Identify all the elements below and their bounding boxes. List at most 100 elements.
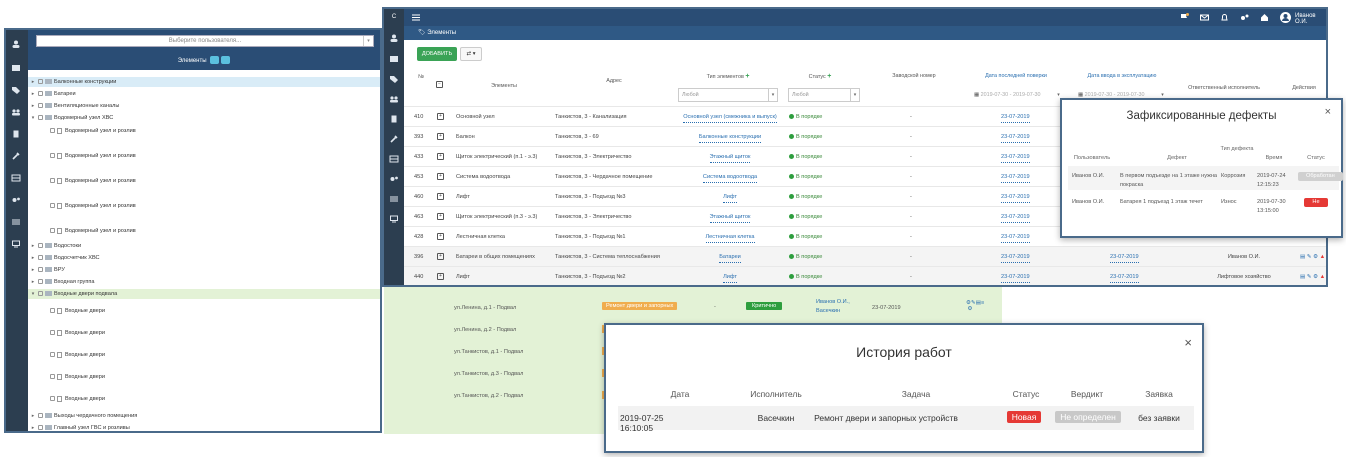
- group-row[interactable]: ул.Ленина, д.1 - Подвал Ремонт двери и за…: [384, 298, 1002, 321]
- tree-folder[interactable]: ▸ Батареи: [28, 89, 380, 99]
- tree-item[interactable]: Водомерный узел и розлив: [28, 201, 380, 211]
- last-check-range[interactable]: ▦ 2019-07-30 - 2019-07-30 ▾: [970, 88, 1064, 102]
- expand-row-icon[interactable]: +: [437, 247, 444, 267]
- defect-status-badge[interactable]: Не: [1304, 198, 1328, 207]
- tree-item[interactable]: Водомерный узел и розлив: [28, 151, 380, 161]
- home-icon[interactable]: [1260, 13, 1269, 22]
- checkbox[interactable]: [38, 267, 43, 273]
- row-type-link[interactable]: Балконные конструкции: [698, 133, 762, 143]
- expand-row-icon[interactable]: +: [437, 127, 444, 147]
- tree-folder[interactable]: ▸ Балконные конструкции: [28, 77, 380, 87]
- checkbox[interactable]: [38, 79, 43, 85]
- tag-icon[interactable]: [11, 86, 21, 94]
- table-row[interactable]: 396 + Батареи в общих помещениях Танкистов,…: [404, 246, 1326, 266]
- table-icon[interactable]: [389, 155, 399, 163]
- current-user[interactable]: Иванов О.И.: [1295, 13, 1326, 25]
- plus-icon[interactable]: +: [827, 73, 831, 80]
- tree-item[interactable]: Водомерный узел и розлив: [28, 226, 380, 236]
- tree-item[interactable]: Входные двери: [28, 394, 380, 404]
- settings-icon[interactable]: [1240, 13, 1249, 22]
- row-type-link[interactable]: Лифт: [723, 273, 737, 283]
- row-last-check-date[interactable]: 23-07-2019: [1001, 153, 1030, 163]
- caret-right-icon[interactable]: ▸: [30, 253, 36, 263]
- caret-right-icon[interactable]: ▸: [30, 241, 36, 251]
- checkbox[interactable]: [50, 228, 55, 234]
- row-type[interactable]: Батареи: [678, 247, 782, 267]
- checkbox[interactable]: [38, 279, 43, 285]
- add-button[interactable]: ДОБАВИТЬ: [417, 47, 457, 61]
- checkbox[interactable]: [50, 330, 55, 336]
- tree-folder[interactable]: ▸ Выходы чердачного помещения: [28, 411, 380, 421]
- list-icon[interactable]: [389, 195, 399, 203]
- row-actions[interactable]: ▤ ✎ ⚙ ▲ ≡: [1300, 267, 1326, 285]
- alert-icon[interactable]: ▲: [1320, 274, 1326, 280]
- row-last-check[interactable]: 23-07-2019: [1001, 107, 1030, 127]
- chevron-down-icon[interactable]: ▾: [363, 36, 373, 46]
- caret-right-icon[interactable]: ▸: [30, 89, 36, 99]
- tree-folder[interactable]: ▾ Входные двери подвала: [28, 289, 380, 299]
- expand-row-icon[interactable]: +: [437, 187, 444, 207]
- columns-toggle-button[interactable]: ⇄ ▾: [460, 47, 482, 61]
- caret-right-icon[interactable]: ▸: [30, 101, 36, 111]
- book-icon[interactable]: [389, 55, 399, 63]
- col-status[interactable]: Статус +: [784, 73, 856, 80]
- wrench-icon[interactable]: [11, 152, 21, 160]
- row-last-check-date[interactable]: 23-07-2019: [1001, 213, 1030, 223]
- checkbox[interactable]: [50, 203, 55, 209]
- checkbox[interactable]: [50, 153, 55, 159]
- checkbox[interactable]: [50, 128, 55, 134]
- expand-row-icon[interactable]: +: [437, 227, 444, 247]
- status-filter[interactable]: Любой ▾: [788, 88, 860, 102]
- checkbox[interactable]: [38, 103, 43, 109]
- row-last-check[interactable]: 23-07-2019: [1001, 187, 1030, 207]
- checkbox[interactable]: [50, 178, 55, 184]
- plus-icon[interactable]: +: [745, 73, 749, 80]
- users-icon[interactable]: [389, 95, 399, 103]
- tree-folder[interactable]: ▸ Водосчетчик ХВС: [28, 253, 380, 263]
- user-icon[interactable]: [11, 40, 21, 48]
- row-last-check[interactable]: 23-07-2019: [1001, 147, 1030, 167]
- table-icon[interactable]: [11, 174, 21, 182]
- bell-icon[interactable]: [1220, 13, 1229, 22]
- file-icon[interactable]: [389, 115, 399, 123]
- tree-folder[interactable]: ▸ Водостоки: [28, 241, 380, 251]
- avatar-icon[interactable]: [1280, 12, 1291, 23]
- tree-folder[interactable]: ▸ Входная группа: [28, 277, 380, 287]
- expand-row-icon[interactable]: +: [437, 167, 444, 187]
- row-last-check-date[interactable]: 23-07-2019: [1001, 173, 1030, 183]
- col-last-check[interactable]: Дата последней поверки: [970, 73, 1062, 79]
- user-icon[interactable]: [389, 34, 399, 42]
- expand-row-icon[interactable]: +: [437, 267, 444, 285]
- row-actions[interactable]: ▤ ✎ ⚙ ▲ ≡: [1300, 247, 1326, 267]
- type-filter[interactable]: Любой ▾: [678, 88, 778, 102]
- row-commissioned-date[interactable]: 23-07-2019: [1110, 273, 1139, 283]
- row-type[interactable]: Этажный щиток: [678, 207, 782, 227]
- row-last-check-date[interactable]: 23-07-2019: [1001, 133, 1030, 143]
- file-icon[interactable]: [11, 130, 21, 138]
- checkbox[interactable]: [50, 374, 55, 380]
- collapse-all-icon[interactable]: [221, 56, 231, 65]
- checkbox[interactable]: [38, 413, 43, 419]
- flag-icon[interactable]: [1180, 13, 1189, 22]
- col-elements[interactable]: Элементы: [464, 83, 544, 89]
- action-icons[interactable]: ⚙✎▤≡ ⚙: [966, 300, 984, 312]
- chevron-down-icon[interactable]: ▾: [850, 89, 859, 101]
- row-last-check[interactable]: 23-07-2019: [1001, 207, 1030, 227]
- tree-item[interactable]: Водомерный узел и розлив: [28, 126, 380, 136]
- close-icon[interactable]: ×: [1325, 106, 1331, 118]
- tree-item[interactable]: Входные двери: [28, 328, 380, 338]
- row-last-check[interactable]: 23-07-2019: [1001, 127, 1030, 147]
- caret-down-icon[interactable]: ▾: [30, 113, 36, 123]
- row-commissioned[interactable]: 23-07-2019: [1110, 247, 1139, 267]
- row-type[interactable]: Основной узел (смежника и выпуск): [678, 107, 782, 127]
- checkbox[interactable]: [50, 308, 55, 314]
- book-icon[interactable]: [11, 64, 21, 72]
- row-type[interactable]: Балконные конструкции: [678, 127, 782, 147]
- expand-row-icon[interactable]: +: [437, 107, 444, 127]
- user-select[interactable]: Выберите пользователя... ▾: [36, 35, 374, 47]
- row-type[interactable]: Этажный щиток: [678, 147, 782, 167]
- expand-row-icon[interactable]: +: [437, 207, 444, 227]
- row-type[interactable]: Лифт: [678, 187, 782, 207]
- row-type-link[interactable]: Этажный щиток: [709, 213, 751, 223]
- checkbox[interactable]: [38, 291, 43, 297]
